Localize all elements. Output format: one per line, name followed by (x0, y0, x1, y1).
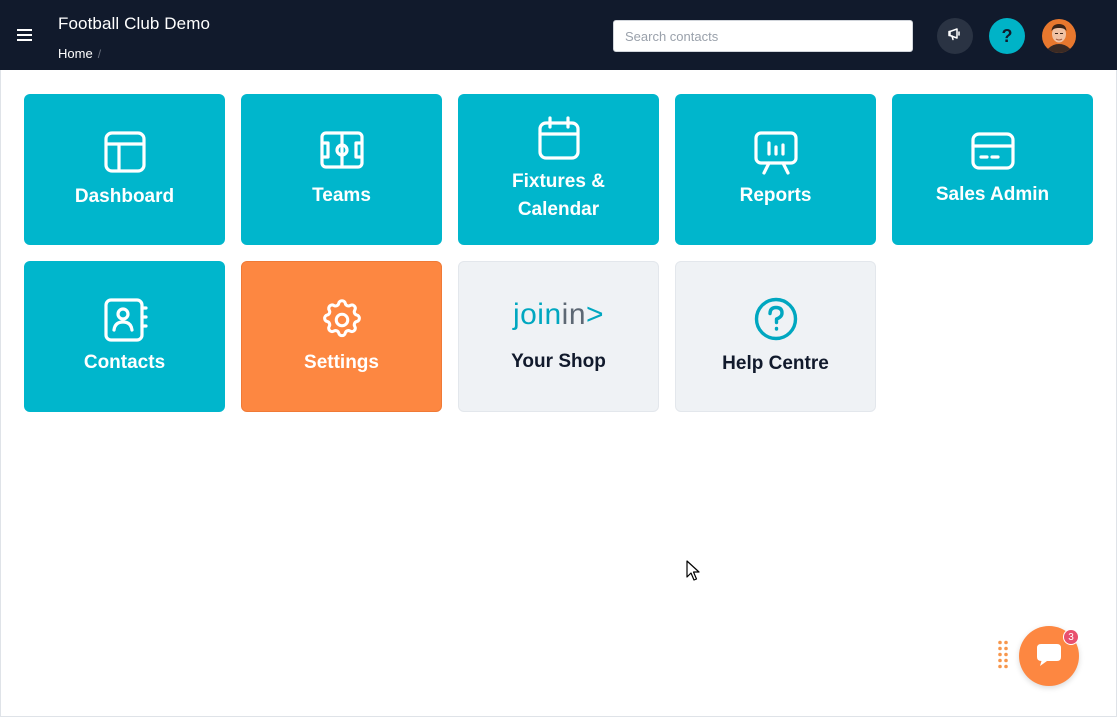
user-avatar[interactable] (1042, 19, 1076, 53)
tile-help-centre[interactable]: Help Centre (675, 261, 876, 412)
tile-contacts[interactable]: Contacts (24, 261, 225, 412)
tile-your-shop[interactable]: joinin> Your Shop (458, 261, 659, 412)
tile-label: Teams (312, 184, 371, 206)
tile-fixtures-calendar[interactable]: Fixtures & Calendar (458, 94, 659, 245)
layout-icon (102, 129, 148, 175)
search-input[interactable] (613, 20, 913, 52)
credit-card-icon (970, 131, 1016, 171)
app-title: Football Club Demo (58, 14, 211, 33)
tile-label: Contacts (83, 351, 166, 373)
question-mark-icon: ? (1001, 25, 1013, 46)
tile-label: Reports (739, 184, 812, 206)
tile-label: Help Centre (722, 352, 829, 374)
tile-label: Sales Admin (935, 183, 1050, 205)
megaphone-icon (947, 26, 963, 47)
tile-label: Settings (304, 351, 379, 373)
announcements-button[interactable] (937, 18, 973, 54)
tile-reports[interactable]: Reports (675, 94, 876, 245)
tile-label-line-2: Calendar (517, 198, 600, 220)
chat-bubble-icon (1035, 640, 1063, 673)
presentation-icon (753, 130, 799, 176)
breadcrumb: Home / (58, 46, 101, 61)
help-button[interactable]: ? (989, 18, 1025, 54)
pitch-icon (319, 130, 365, 170)
top-bar: Football Club Demo Home / ? (0, 0, 1117, 70)
joinin-logo: joinin> (512, 297, 605, 331)
tile-label: Dashboard (74, 185, 175, 207)
breadcrumb-home-link[interactable]: Home (58, 46, 93, 61)
tile-sales-admin[interactable]: Sales Admin (892, 94, 1093, 245)
mouse-pointer-icon (686, 560, 700, 587)
tile-dashboard[interactable]: Dashboard (24, 94, 225, 245)
tile-teams[interactable]: Teams (241, 94, 442, 245)
breadcrumb-separator: / (97, 46, 102, 61)
question-circle-icon (753, 296, 799, 342)
chat-drag-handle-icon[interactable] (997, 640, 1009, 672)
tile-label: Your Shop (511, 350, 606, 372)
gear-icon (319, 297, 365, 343)
tile-label-line-1: Fixtures & (512, 170, 605, 192)
tile-settings[interactable]: Settings (241, 261, 442, 412)
tile-label: Fixtures & Calendar (512, 168, 605, 224)
address-book-icon (102, 297, 148, 343)
calendar-icon (536, 115, 582, 162)
chat-notification-badge: 3 (1063, 629, 1079, 645)
hamburger-menu-icon[interactable] (15, 26, 35, 44)
